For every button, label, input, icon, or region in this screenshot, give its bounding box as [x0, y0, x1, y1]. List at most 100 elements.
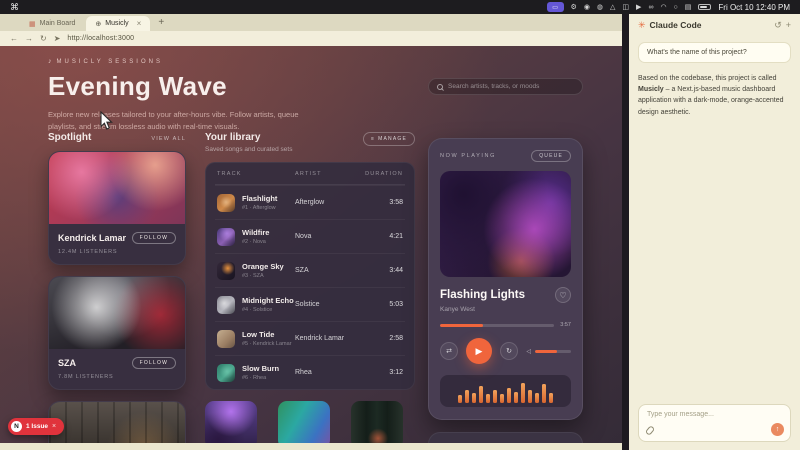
hero-section: ♪ MUSICLY SESSIONS Evening Wave Explore … [48, 58, 348, 133]
share-button[interactable]: ➤ [54, 35, 61, 43]
track-duration: 3:58 [361, 199, 403, 206]
follow-button[interactable]: FOLLOW [132, 232, 176, 244]
play-button[interactable]: ▶ [466, 338, 492, 364]
gallery-thumb-lights[interactable] [278, 401, 330, 443]
column-header-artist: ARTIST [295, 171, 361, 177]
close-icon[interactable]: × [52, 423, 56, 430]
track-title: Orange Sky [242, 262, 284, 271]
volume-slider[interactable] [535, 350, 571, 353]
status-icon-target[interactable]: ◉ [584, 4, 590, 11]
tab-strip: ▦ Main Board ⊕ Musicly × + [0, 14, 622, 31]
artist-photo [49, 152, 185, 224]
table-row[interactable]: Low Tide #5 · Kendrick Lamar Kendrick La… [215, 321, 405, 355]
message-input[interactable]: Type your message... ↑ [638, 404, 791, 442]
eq-bar [479, 386, 483, 403]
eq-bar [493, 390, 497, 403]
apple-menu-icon[interactable]: ⌘ [10, 3, 19, 12]
new-chat-icon[interactable]: + [786, 20, 791, 30]
track-art [217, 262, 235, 280]
battery-icon[interactable] [698, 4, 711, 10]
reload-button[interactable]: ↻ [40, 35, 47, 43]
nextjs-logo-icon: N [11, 421, 22, 432]
back-button[interactable]: ← [10, 35, 18, 43]
screen-record-indicator-icon[interactable]: ▭ [547, 2, 564, 12]
claude-code-panel: ✳ Claude Code ↺ + What's the name of thi… [629, 14, 800, 450]
assistant-response: Based on the codebase, this project is c… [638, 73, 791, 118]
repeat-button[interactable]: ↻ [500, 342, 518, 360]
artist-card-kendrick[interactable]: Kendrick Lamar FOLLOW 12.4M LISTENERS [48, 151, 186, 265]
track-art [217, 194, 235, 212]
new-tab-button[interactable]: + [158, 17, 164, 28]
track-artist: Rhea [295, 369, 361, 376]
tab-label: Main Board [40, 20, 76, 27]
status-icon-triangle[interactable]: △ [610, 4, 615, 11]
table-row[interactable]: Wildfire #2 · Nova Nova 4:21 [215, 219, 405, 253]
status-icon-gear[interactable]: ⚙ [571, 4, 577, 11]
page-title: Evening Wave [48, 71, 348, 102]
tab-label: Musicly [105, 20, 128, 27]
page-subtitle: Explore new releases tailored to your af… [48, 109, 306, 133]
column-header-duration: DURATION [361, 171, 403, 177]
now-playing-track: Flashing Lights [440, 289, 525, 301]
volume-fill [535, 350, 557, 353]
send-button[interactable]: ↑ [771, 423, 784, 436]
track-duration: 5:03 [361, 301, 403, 308]
forward-button[interactable]: → [25, 35, 33, 43]
attachment-icon[interactable] [645, 425, 655, 436]
browser-window: ▦ Main Board ⊕ Musicly × + ← → ↻ ➤ http:… [0, 14, 622, 443]
integrate-card: ▤ Integrate real data Ready to plug in S… [428, 432, 583, 443]
shuffle-button[interactable]: ⇄ [440, 342, 458, 360]
table-row[interactable]: Midnight Echo #4 · Solstice Solstice 5:0… [215, 287, 405, 321]
track-title: Flashlight [242, 194, 277, 203]
tab-musicly[interactable]: ⊕ Musicly × [86, 16, 150, 31]
control-center-icon[interactable]: ▤ [685, 4, 692, 11]
status-icon-globe[interactable]: ◍ [597, 4, 603, 11]
gallery-row [205, 401, 415, 443]
artist-name: Kendrick Lamar [58, 233, 126, 243]
track-subtitle: #3 · SZA [242, 273, 284, 279]
wifi-icon[interactable]: ◠ [660, 4, 666, 11]
artist-photo [49, 402, 185, 443]
listener-count: 12.4M LISTENERS [58, 249, 176, 255]
progress-bar[interactable] [440, 324, 554, 327]
eq-bar [514, 392, 518, 403]
status-icon-infinity[interactable]: ∞ [648, 4, 653, 11]
search-icon[interactable]: ○ [674, 4, 678, 11]
issue-count-label: 1 Issue [26, 423, 48, 430]
history-icon[interactable]: ↺ [774, 20, 782, 31]
follow-button[interactable]: FOLLOW [132, 357, 176, 369]
menubar-clock[interactable]: Fri Oct 10 12:40 PM [718, 3, 790, 12]
table-row[interactable]: Orange Sky #3 · SZA SZA 3:44 [215, 253, 405, 287]
artist-card-sza[interactable]: SZA FOLLOW 7.8M LISTENERS [48, 276, 186, 390]
manage-icon: ≡ [371, 136, 375, 142]
gallery-thumb-river[interactable] [351, 401, 403, 443]
status-icon-window[interactable]: ◫ [622, 4, 629, 11]
user-message: What's the name of this project? [638, 42, 791, 63]
eq-bar [465, 390, 469, 403]
tab-close-icon[interactable]: × [137, 19, 142, 28]
table-row[interactable]: Slow Burn #6 · Rhea Rhea 3:12 [215, 355, 405, 389]
track-artist: Afterglow [295, 199, 361, 206]
track-art [217, 330, 235, 348]
track-duration-label: 3:57 [560, 322, 571, 328]
url-bar[interactable]: http://localhost:3000 [67, 35, 134, 42]
view-all-link[interactable]: VIEW ALL [151, 136, 186, 142]
browser-toolbar: ← → ↻ ➤ http://localhost:3000 [0, 31, 622, 46]
heart-icon[interactable]: ♡ [555, 287, 571, 303]
equalizer [440, 375, 571, 407]
gallery-thumb-crowd[interactable] [205, 401, 257, 443]
artist-card-partial[interactable] [48, 401, 186, 443]
progress-fill [440, 324, 483, 327]
dev-issue-badge[interactable]: N 1 Issue × [8, 418, 64, 435]
eq-bar [458, 395, 462, 403]
library-section: Your library Saved songs and curated set… [205, 132, 415, 443]
track-title: Midnight Echo [242, 296, 294, 305]
claude-panel-title: Claude Code [650, 20, 702, 30]
track-subtitle: #2 · Nova [242, 239, 269, 245]
tab-main-board[interactable]: ▦ Main Board [20, 16, 84, 31]
table-row[interactable]: Flashlight #1 · Afterglow Afterglow 3:58 [215, 185, 405, 219]
search-input[interactable]: Search artists, tracks, or moods [428, 78, 583, 95]
queue-button[interactable]: QUEUE [531, 150, 571, 162]
status-icon-play[interactable]: ▶ [636, 4, 641, 11]
manage-button[interactable]: ≡ MANAGE [363, 132, 415, 146]
